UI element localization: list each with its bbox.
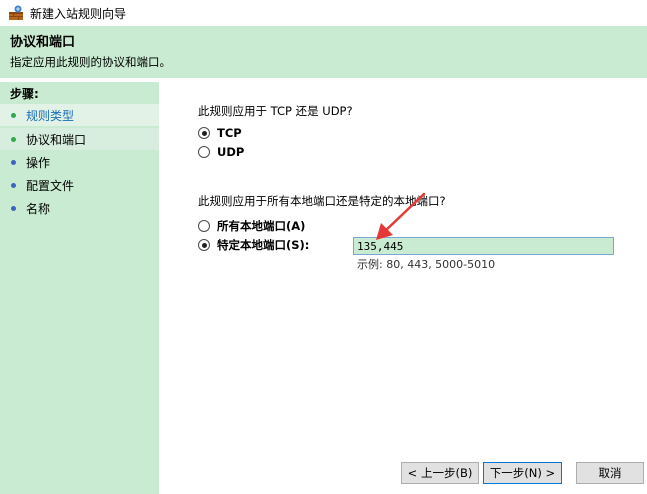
protocol-question: 此规则应用于 TCP 还是 UDP? bbox=[198, 104, 353, 118]
step-current-dot-icon bbox=[11, 136, 16, 142]
step-label: 名称 bbox=[26, 201, 51, 216]
radio-specific-ports[interactable]: 特定本地端口(S): bbox=[198, 237, 309, 253]
header-banner: 协议和端口 指定应用此规则的协议和端口。 bbox=[0, 26, 647, 78]
annotation-arrow-icon bbox=[376, 192, 426, 240]
steps-sidebar: 步骤: 规则类型 协议和端口 操作 配置文件 名称 bbox=[0, 82, 159, 494]
title-bar: 新建入站规则向导 bbox=[0, 0, 647, 26]
ports-example-hint: 示例: 80, 443, 5000-5010 bbox=[357, 258, 496, 271]
step-item-rule-type[interactable]: 规则类型 bbox=[0, 104, 159, 126]
step-label: 协议和端口 bbox=[26, 132, 87, 147]
step-item-action[interactable]: 操作 bbox=[0, 151, 159, 173]
radio-tcp-label: TCP bbox=[217, 126, 242, 140]
step-item-protocol-ports[interactable]: 协议和端口 bbox=[0, 128, 159, 150]
radio-udp-label: UDP bbox=[217, 145, 245, 159]
step-item-profile[interactable]: 配置文件 bbox=[0, 174, 159, 196]
radio-selected-icon[interactable] bbox=[198, 239, 210, 251]
cancel-button[interactable]: 取消 bbox=[576, 462, 644, 484]
step-pending-dot-icon bbox=[11, 159, 16, 165]
step-label: 规则类型 bbox=[26, 108, 75, 123]
window-title: 新建入站规则向导 bbox=[30, 6, 127, 21]
firewall-wizard-icon bbox=[8, 5, 24, 21]
radio-selected-icon[interactable] bbox=[198, 127, 210, 139]
step-item-name[interactable]: 名称 bbox=[0, 197, 159, 219]
radio-tcp[interactable]: TCP bbox=[198, 126, 242, 140]
step-complete-dot-icon bbox=[11, 112, 16, 118]
step-label: 配置文件 bbox=[26, 178, 75, 193]
wizard-window: 新建入站规则向导 协议和端口 指定应用此规则的协议和端口。 步骤: 规则类型 协… bbox=[0, 0, 647, 494]
steps-title: 步骤: bbox=[10, 87, 39, 101]
step-label: 操作 bbox=[26, 155, 51, 170]
radio-specific-ports-label: 特定本地端口(S): bbox=[217, 238, 310, 252]
page-subtitle: 指定应用此规则的协议和端口。 bbox=[10, 55, 171, 69]
radio-all-ports[interactable]: 所有本地端口(A) bbox=[198, 218, 305, 234]
radio-unselected-icon[interactable] bbox=[198, 146, 210, 158]
back-button[interactable]: < 上一步(B) bbox=[401, 462, 479, 484]
main-panel bbox=[159, 82, 647, 494]
step-pending-dot-icon bbox=[11, 182, 16, 188]
page-title: 协议和端口 bbox=[10, 35, 76, 50]
step-pending-dot-icon bbox=[11, 205, 16, 211]
radio-unselected-icon[interactable] bbox=[198, 220, 210, 232]
radio-all-ports-label: 所有本地端口(A) bbox=[217, 219, 306, 233]
radio-udp[interactable]: UDP bbox=[198, 145, 244, 159]
next-button[interactable]: 下一步(N) > bbox=[483, 462, 562, 484]
